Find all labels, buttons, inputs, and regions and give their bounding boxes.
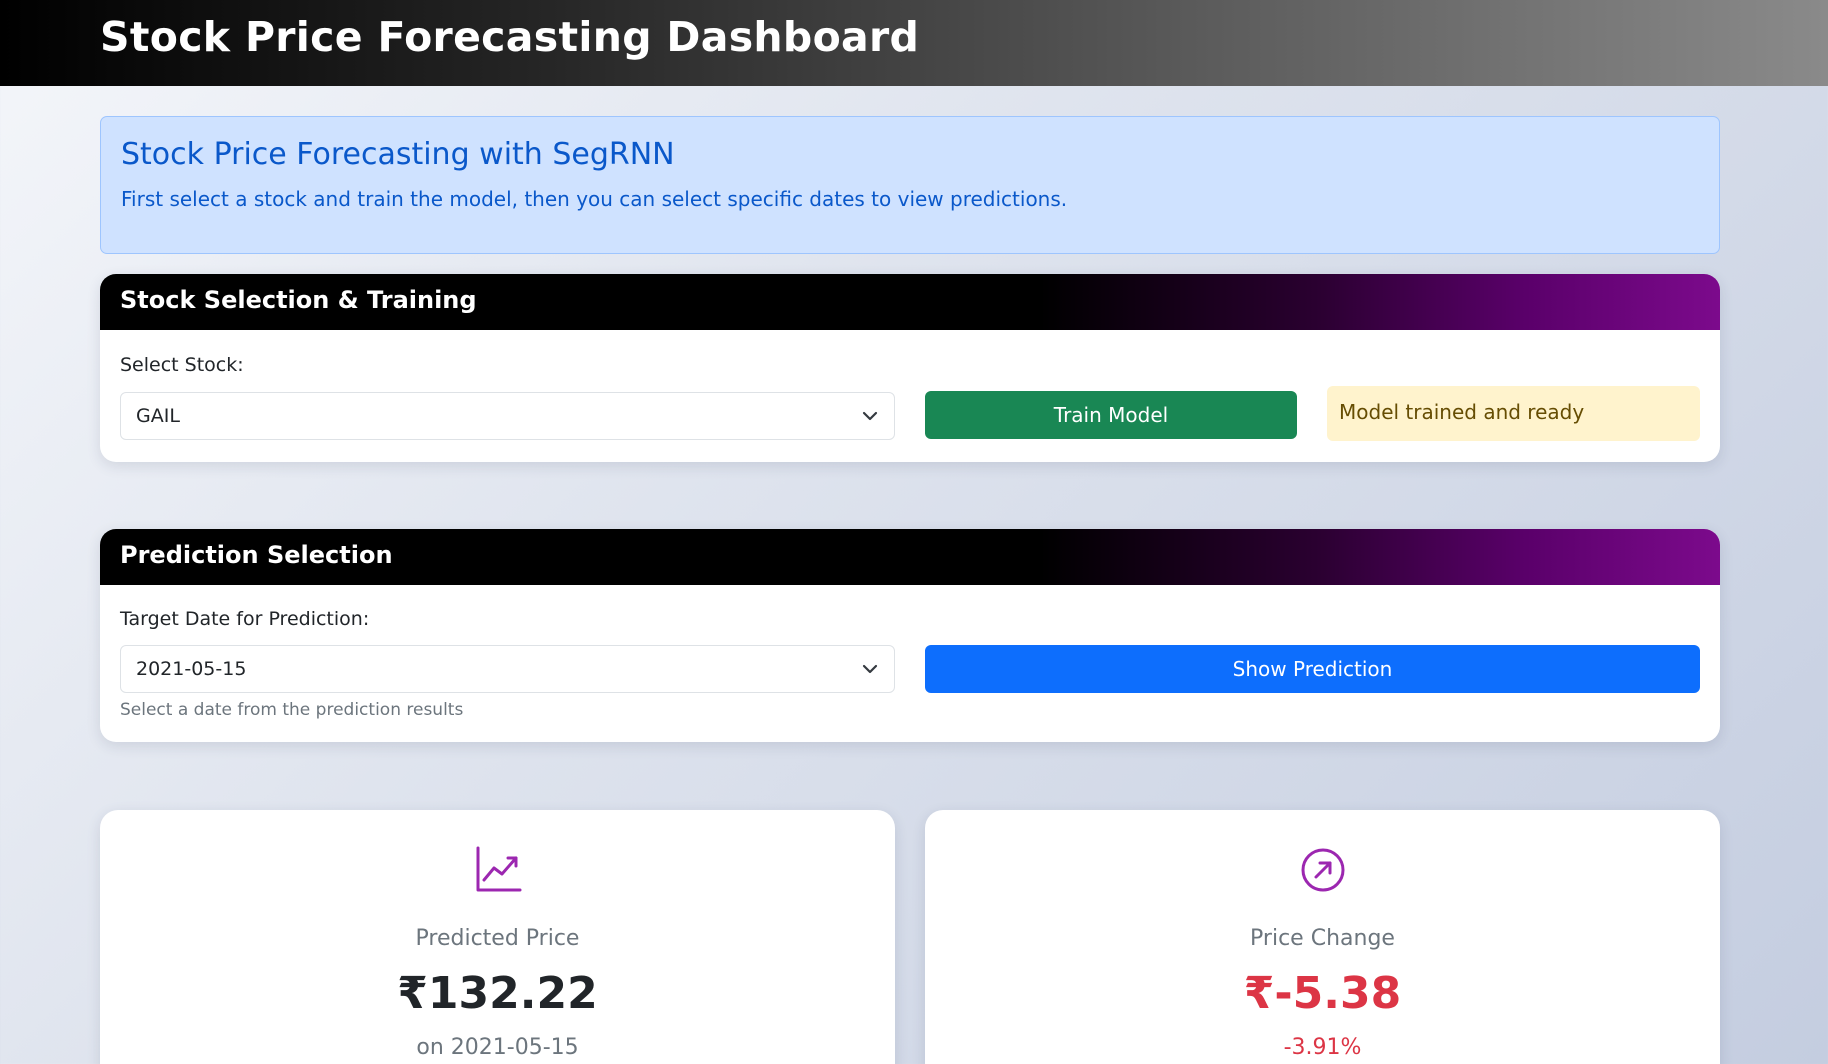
prediction-selection-card: Prediction Selection Target Date for Pre… bbox=[100, 529, 1720, 742]
chart-line-icon bbox=[476, 846, 522, 892]
target-date-label: Target Date for Prediction: bbox=[120, 608, 370, 630]
predicted-price-card: Predicted Price ₹132.22 on 2021-05-15 bbox=[100, 810, 895, 1064]
date-help-text: Select a date from the prediction result… bbox=[120, 700, 464, 720]
top-navbar: Stock Price Forecasting Dashboard bbox=[0, 0, 1828, 86]
chevron-down-icon bbox=[862, 664, 878, 674]
predicted-price-value: ₹132.22 bbox=[397, 968, 598, 1019]
stock-selection-title: Stock Selection & Training bbox=[120, 286, 477, 314]
chevron-down-icon bbox=[862, 411, 878, 421]
stock-select[interactable]: GAIL bbox=[120, 392, 895, 440]
price-change-card: Price Change ₹-5.38 -3.91% bbox=[925, 810, 1720, 1064]
target-date-select[interactable]: 2021-05-15 bbox=[120, 645, 895, 693]
price-change-percent: -3.91% bbox=[1283, 1035, 1362, 1060]
page-title: Stock Price Forecasting Dashboard bbox=[100, 13, 920, 61]
train-model-button[interactable]: Train Model bbox=[925, 391, 1297, 439]
select-stock-label: Select Stock: bbox=[120, 354, 244, 376]
info-text: First select a stock and train the model… bbox=[121, 187, 1068, 211]
prediction-selection-header: Prediction Selection bbox=[100, 529, 1720, 585]
arrow-up-right-circle-icon bbox=[1301, 848, 1345, 892]
stock-selection-header: Stock Selection & Training bbox=[100, 274, 1720, 330]
price-change-value: ₹-5.38 bbox=[1243, 968, 1402, 1019]
model-status-alert: Model trained and ready bbox=[1327, 386, 1700, 441]
stock-selection-card: Stock Selection & Training Select Stock:… bbox=[100, 274, 1720, 462]
predicted-price-date: on 2021-05-15 bbox=[416, 1035, 579, 1060]
info-alert: Stock Price Forecasting with SegRNN Firs… bbox=[100, 116, 1720, 254]
stock-select-value: GAIL bbox=[136, 405, 180, 427]
info-title: Stock Price Forecasting with SegRNN bbox=[121, 137, 675, 172]
predicted-price-label: Predicted Price bbox=[415, 926, 580, 951]
show-prediction-button[interactable]: Show Prediction bbox=[925, 645, 1700, 693]
price-change-label: Price Change bbox=[1250, 926, 1395, 951]
target-date-value: 2021-05-15 bbox=[136, 658, 247, 680]
prediction-selection-title: Prediction Selection bbox=[120, 541, 393, 569]
